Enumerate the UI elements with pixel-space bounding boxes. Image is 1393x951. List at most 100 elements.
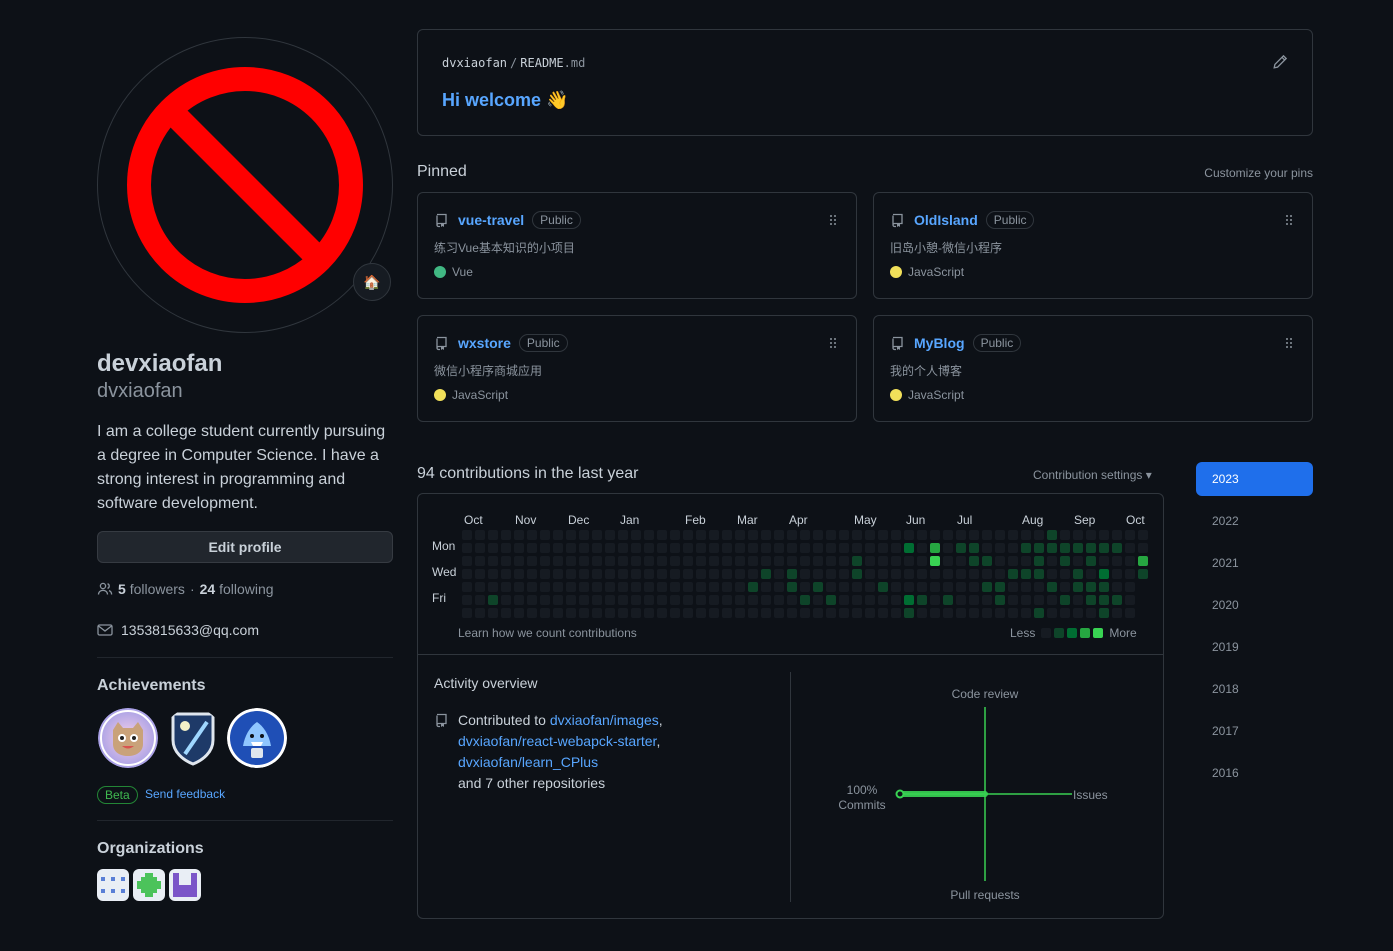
contribution-day[interactable]: [1073, 530, 1083, 540]
contribution-day[interactable]: [917, 608, 927, 618]
contribution-day[interactable]: [709, 569, 719, 579]
contribution-day[interactable]: [475, 569, 485, 579]
contribution-day[interactable]: [696, 556, 706, 566]
contribution-day[interactable]: [527, 569, 537, 579]
contribution-day[interactable]: [774, 530, 784, 540]
contribution-day[interactable]: [982, 556, 992, 566]
contribution-day[interactable]: [852, 595, 862, 605]
contribution-day[interactable]: [670, 595, 680, 605]
contribution-day[interactable]: [1060, 569, 1070, 579]
contribution-day[interactable]: [709, 556, 719, 566]
contribution-day[interactable]: [748, 608, 758, 618]
contribution-day[interactable]: [501, 595, 511, 605]
contribution-day[interactable]: [735, 556, 745, 566]
contribution-day[interactable]: [696, 582, 706, 592]
contribution-day[interactable]: [579, 582, 589, 592]
following-link[interactable]: 24 following: [200, 581, 274, 597]
contribution-day[interactable]: [930, 543, 940, 553]
email-link[interactable]: 1353815633@qq.com: [121, 622, 259, 638]
contribution-day[interactable]: [956, 556, 966, 566]
contribution-day[interactable]: [904, 530, 914, 540]
year-link-2016[interactable]: 2016: [1196, 756, 1313, 790]
drag-handle[interactable]: [828, 213, 838, 231]
contribution-day[interactable]: [540, 543, 550, 553]
contribution-day[interactable]: [488, 543, 498, 553]
contribution-day[interactable]: [1138, 530, 1148, 540]
contribution-day[interactable]: [878, 543, 888, 553]
contribution-day[interactable]: [527, 595, 537, 605]
contribution-day[interactable]: [904, 543, 914, 553]
contribution-day[interactable]: [1008, 569, 1018, 579]
contribution-day[interactable]: [1047, 530, 1057, 540]
contribution-day[interactable]: [995, 582, 1005, 592]
contribution-day[interactable]: [865, 608, 875, 618]
contribution-day[interactable]: [761, 556, 771, 566]
readme-file[interactable]: README: [520, 56, 563, 70]
contribution-day[interactable]: [1099, 556, 1109, 566]
contribution-day[interactable]: [969, 569, 979, 579]
contribution-day[interactable]: [813, 556, 823, 566]
contribution-day[interactable]: [1021, 530, 1031, 540]
contribution-day[interactable]: [514, 608, 524, 618]
contribution-day[interactable]: [839, 582, 849, 592]
contribution-day[interactable]: [475, 608, 485, 618]
contribution-day[interactable]: [982, 608, 992, 618]
contribution-day[interactable]: [852, 608, 862, 618]
contribution-day[interactable]: [462, 530, 472, 540]
activity-repo-link[interactable]: dvxiaofan/images: [550, 712, 659, 728]
contribution-day[interactable]: [865, 556, 875, 566]
contribution-day[interactable]: [956, 530, 966, 540]
contribution-day[interactable]: [553, 608, 563, 618]
repo-link[interactable]: wxstore: [458, 335, 511, 351]
activity-repo-link[interactable]: dvxiaofan/learn_CPlus: [458, 754, 598, 770]
contribution-day[interactable]: [1138, 569, 1148, 579]
contribution-day[interactable]: [553, 543, 563, 553]
readme-owner-link[interactable]: dvxiaofan: [442, 56, 507, 70]
contribution-day[interactable]: [878, 530, 888, 540]
contribution-day[interactable]: [540, 556, 550, 566]
contribution-day[interactable]: [839, 595, 849, 605]
contribution-day[interactable]: [566, 595, 576, 605]
contribution-day[interactable]: [579, 530, 589, 540]
contribution-day[interactable]: [943, 569, 953, 579]
contribution-day[interactable]: [670, 543, 680, 553]
contribution-day[interactable]: [501, 608, 511, 618]
contribution-day[interactable]: [592, 530, 602, 540]
contribution-day[interactable]: [553, 569, 563, 579]
drag-handle[interactable]: [1284, 336, 1294, 354]
contribution-day[interactable]: [605, 608, 615, 618]
contribution-day[interactable]: [696, 543, 706, 553]
contribution-day[interactable]: [1099, 608, 1109, 618]
contribution-day[interactable]: [618, 582, 628, 592]
contribution-day[interactable]: [1099, 582, 1109, 592]
organization-avatar-2[interactable]: [133, 869, 165, 901]
contribution-day[interactable]: [683, 608, 693, 618]
contribution-day[interactable]: [683, 556, 693, 566]
contribution-day[interactable]: [852, 556, 862, 566]
contribution-day[interactable]: [579, 569, 589, 579]
contribution-day[interactable]: [839, 608, 849, 618]
contribution-day[interactable]: [644, 608, 654, 618]
contribution-day[interactable]: [657, 543, 667, 553]
contribution-day[interactable]: [657, 582, 667, 592]
contribution-day[interactable]: [618, 543, 628, 553]
drag-handle[interactable]: [1284, 213, 1294, 231]
contribution-day[interactable]: [1047, 556, 1057, 566]
contribution-day[interactable]: [683, 530, 693, 540]
contribution-day[interactable]: [943, 608, 953, 618]
contribution-day[interactable]: [1047, 608, 1057, 618]
contribution-day[interactable]: [1047, 582, 1057, 592]
contribution-day[interactable]: [709, 543, 719, 553]
contribution-day[interactable]: [488, 595, 498, 605]
contribution-day[interactable]: [982, 530, 992, 540]
contribution-day[interactable]: [917, 556, 927, 566]
contribution-day[interactable]: [917, 569, 927, 579]
contribution-day[interactable]: [709, 582, 719, 592]
contribution-day[interactable]: [891, 556, 901, 566]
contribution-day[interactable]: [943, 543, 953, 553]
contribution-day[interactable]: [566, 569, 576, 579]
contribution-day[interactable]: [657, 595, 667, 605]
contribution-day[interactable]: [592, 608, 602, 618]
contribution-day[interactable]: [852, 543, 862, 553]
contribution-day[interactable]: [800, 595, 810, 605]
